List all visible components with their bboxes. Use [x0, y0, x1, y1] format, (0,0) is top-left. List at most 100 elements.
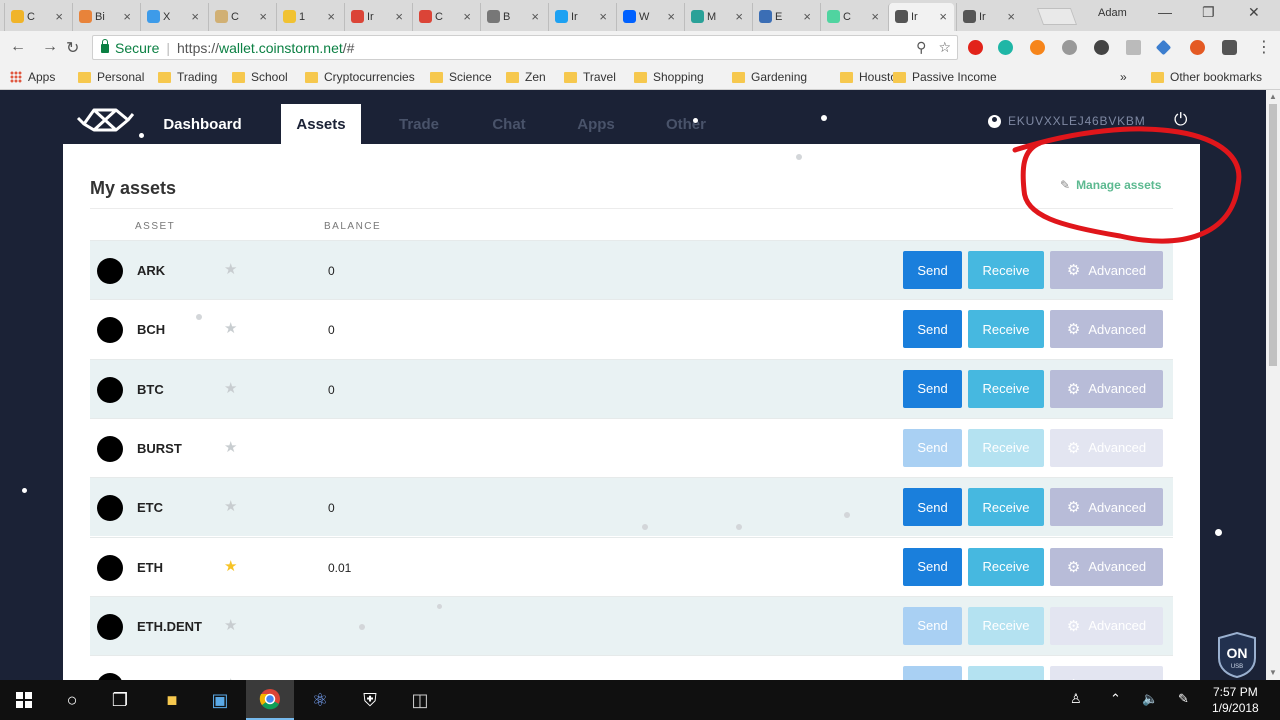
scrollbar-thumb[interactable]: [1269, 104, 1277, 366]
receive-button[interactable]: Receive: [968, 488, 1044, 527]
minimize-icon[interactable]: —: [1158, 4, 1172, 20]
chrome-taskbar-icon[interactable]: [246, 680, 294, 720]
tab-close-icon[interactable]: ×: [463, 9, 471, 24]
maximize-icon[interactable]: ❐: [1202, 4, 1215, 21]
grey-extension-icon[interactable]: [1062, 40, 1077, 55]
browser-tab[interactable]: Ir ×: [344, 3, 410, 31]
favorite-star-icon[interactable]: ★: [224, 616, 237, 634]
metamask-fox-icon[interactable]: [1030, 40, 1045, 55]
back-icon[interactable]: ←: [10, 38, 26, 56]
other-bookmarks[interactable]: Other bookmarks: [1151, 70, 1262, 84]
bookmark-passive-income[interactable]: Passive Income: [893, 70, 997, 84]
tab-close-icon[interactable]: ×: [599, 9, 607, 24]
favorite-star-icon[interactable]: ★: [224, 557, 237, 575]
coinstorm-logo-icon[interactable]: [76, 104, 134, 136]
file-explorer-icon[interactable]: ■: [148, 680, 196, 720]
receive-button[interactable]: Receive: [968, 428, 1044, 467]
bookmark-shopping[interactable]: Shopping: [634, 70, 704, 84]
receive-button[interactable]: Receive: [968, 251, 1044, 289]
task-view-icon[interactable]: ❐: [96, 680, 144, 720]
browser-tab[interactable]: C ×: [820, 3, 886, 31]
scroll-down-icon[interactable]: ▼: [1269, 668, 1277, 677]
nav-tab-dashboard[interactable]: Dashboard: [146, 104, 259, 144]
tab-close-icon[interactable]: ×: [123, 9, 131, 24]
browser-tab[interactable]: C ×: [412, 3, 478, 31]
browser-tab[interactable]: W ×: [616, 3, 682, 31]
browser-tab[interactable]: C ×: [208, 3, 274, 31]
tab-close-icon[interactable]: ×: [735, 9, 743, 24]
send-button[interactable]: Send: [903, 606, 962, 645]
browser-tab[interactable]: Ir ×: [548, 3, 614, 31]
scroll-up-icon[interactable]: ▲: [1269, 92, 1277, 101]
nav-tab-apps[interactable]: Apps: [560, 104, 632, 144]
profile-name[interactable]: Adam: [1098, 7, 1127, 19]
send-button[interactable]: Send: [903, 488, 962, 527]
favorite-star-icon[interactable]: ★: [224, 379, 237, 397]
send-button[interactable]: Send: [903, 251, 962, 289]
bookmark-cryptocurrencies[interactable]: Cryptocurrencies: [305, 70, 415, 84]
bookmark-star-icon[interactable]: ☆: [938, 39, 951, 56]
zoom-search-icon[interactable]: ⚲: [916, 39, 926, 56]
bookmark-gardening[interactable]: Gardening: [732, 70, 807, 84]
bookmark-apps[interactable]: Apps: [10, 70, 55, 84]
send-button[interactable]: Send: [903, 666, 962, 680]
bookmark-zen[interactable]: Zen: [506, 70, 546, 84]
send-button[interactable]: Send: [903, 310, 962, 349]
receive-button[interactable]: Receive: [968, 606, 1044, 645]
bookmarks-overflow[interactable]: »: [1120, 70, 1127, 84]
puzzle-extension-icon[interactable]: [1222, 40, 1237, 55]
tab-close-icon[interactable]: ×: [395, 9, 403, 24]
browser-tab[interactable]: Ir ×: [956, 3, 1022, 31]
page-scrollbar[interactable]: ▲ ▼: [1266, 90, 1280, 680]
pen-icon[interactable]: ✎: [1178, 691, 1189, 707]
url-input[interactable]: Secure | https://wallet.coinstorm.net/# …: [92, 35, 958, 60]
tab-close-icon[interactable]: ×: [803, 9, 811, 24]
browser-tab[interactable]: X ×: [140, 3, 206, 31]
bookmark-school[interactable]: School: [232, 70, 288, 84]
reload-icon[interactable]: ↻: [66, 38, 79, 58]
close-window-icon[interactable]: ✕: [1248, 4, 1260, 21]
secure-indicator[interactable]: Secure: [101, 39, 159, 56]
duckduckgo-icon[interactable]: [1190, 40, 1205, 55]
bookmark-travel[interactable]: Travel: [564, 70, 616, 84]
favorite-star-icon[interactable]: ★: [224, 438, 237, 456]
tray-chevron-up-icon[interactable]: ⌃: [1110, 691, 1121, 707]
tab-close-icon[interactable]: ×: [259, 9, 267, 24]
bookmark-trading[interactable]: Trading: [158, 70, 217, 84]
browser-tab[interactable]: B ×: [480, 3, 546, 31]
send-button[interactable]: Send: [903, 428, 962, 467]
send-button[interactable]: Send: [903, 369, 962, 408]
tab-close-icon[interactable]: ×: [871, 9, 879, 24]
tab-close-icon[interactable]: ×: [531, 9, 539, 24]
ethereum-icon[interactable]: [1155, 39, 1172, 56]
manage-assets-link[interactable]: ✎ Manage assets: [1060, 178, 1161, 192]
receive-button[interactable]: Receive: [968, 369, 1044, 408]
tab-close-icon[interactable]: ×: [327, 9, 335, 24]
receive-button[interactable]: Receive: [968, 666, 1044, 680]
browser-tab[interactable]: 1 ×: [276, 3, 342, 31]
people-icon[interactable]: ♙: [1070, 691, 1082, 707]
advanced-button[interactable]: ⚙ Advanced: [1050, 428, 1163, 467]
browser-tab[interactable]: C ×: [4, 3, 70, 31]
teal-extension-icon[interactable]: [998, 40, 1013, 55]
advanced-button[interactable]: ⚙ Advanced: [1050, 547, 1163, 586]
bookmark-personal[interactable]: Personal: [78, 70, 144, 84]
info-extension-icon[interactable]: [1094, 40, 1109, 55]
volume-icon[interactable]: 🔈: [1142, 691, 1158, 707]
power-logout-icon[interactable]: ⏻: [1174, 110, 1187, 130]
cortana-icon[interactable]: ○: [48, 680, 96, 720]
store-icon[interactable]: ▣: [196, 680, 244, 720]
advanced-button[interactable]: ⚙ Advanced: [1050, 488, 1163, 527]
bookmark-science[interactable]: Science: [430, 70, 492, 84]
tab-close-icon[interactable]: ×: [1007, 9, 1015, 24]
app-window-icon[interactable]: ◫: [396, 680, 444, 720]
new-tab-button[interactable]: [1036, 8, 1078, 25]
tab-close-icon[interactable]: ×: [191, 9, 199, 24]
window-extension-icon[interactable]: [1126, 40, 1141, 55]
tab-close-icon[interactable]: ×: [939, 9, 947, 24]
vs-shield-icon[interactable]: ⛨: [346, 680, 394, 720]
browser-tab[interactable]: Ir ×: [888, 3, 954, 31]
nav-tab-chat[interactable]: Chat: [474, 104, 544, 144]
chrome-menu-icon[interactable]: ⋮: [1256, 37, 1272, 57]
favorite-star-icon[interactable]: ★: [224, 497, 237, 515]
